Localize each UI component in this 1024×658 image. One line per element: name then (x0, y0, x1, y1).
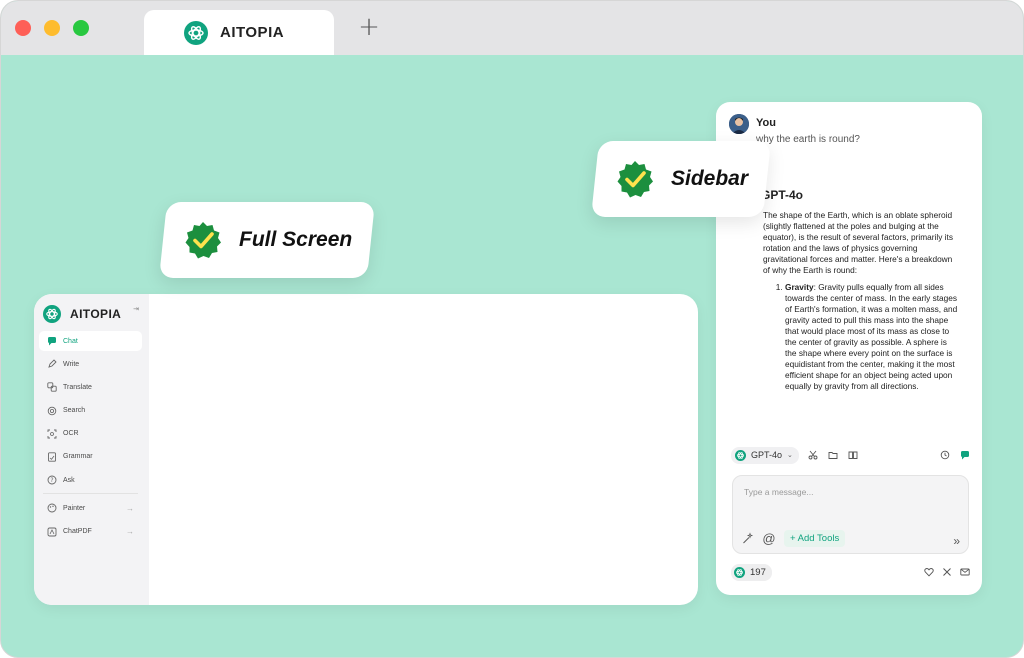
fs-nav-item-ask[interactable]: ? Ask (39, 470, 142, 490)
fs-nav-item-search[interactable]: Search (39, 401, 142, 421)
answer-point-title: Gravity (785, 282, 814, 292)
gpt-logo-icon (735, 449, 746, 461)
sidebar-label: Sidebar (671, 167, 749, 190)
write-icon (48, 359, 57, 368)
user-message: why the earth is round? (756, 134, 860, 145)
aitopia-logo-icon (43, 305, 61, 323)
fs-nav: Chat Write Translate Search OCR Grammar … (39, 331, 142, 545)
grammar-icon (48, 452, 56, 462)
verified-check-icon (617, 161, 653, 198)
mail-icon[interactable] (959, 566, 971, 578)
maximize-window-button[interactable] (73, 20, 89, 36)
tab-title: AITOPIA (220, 24, 285, 41)
fs-nav-item-write[interactable]: Write (39, 354, 142, 374)
fs-nav-label: Translate (63, 383, 92, 391)
toolbar-right (931, 449, 971, 461)
chevron-right-icon: → (126, 527, 134, 536)
painter-icon (47, 503, 57, 513)
ask-icon: ? (47, 475, 57, 485)
mention-icon[interactable]: @ (762, 531, 776, 546)
answer-point-text: : Gravity pulls equally from all sides t… (785, 282, 958, 391)
fs-nav-item-ocr[interactable]: OCR (39, 424, 142, 444)
fs-nav-divider (43, 493, 138, 495)
minimize-window-button[interactable] (44, 20, 60, 36)
sidebar-badge: Sidebar (591, 141, 771, 217)
collapse-sidebar-icon[interactable]: ⇥ (131, 305, 141, 315)
input-tools: @ + Add Tools (742, 530, 846, 547)
svg-text:?: ? (50, 477, 53, 484)
fs-nav-item-painter[interactable]: Painter → (39, 498, 142, 518)
fs-brand-name: AITOPIA (70, 307, 122, 321)
credits-badge[interactable]: 197 (731, 563, 772, 581)
assistant-answer: The shape of the Earth, which is an obla… (763, 210, 958, 392)
chat-icon (48, 337, 56, 346)
send-icon[interactable]: » (953, 534, 960, 548)
pdf-icon (47, 527, 57, 536)
fs-nav-label: Ask (63, 476, 75, 484)
magic-wand-icon[interactable] (742, 532, 754, 545)
model-selector[interactable]: GPT-4o ⌄ (731, 446, 799, 464)
fs-nav-label: Write (63, 360, 80, 368)
sidebar-footer: 197 (731, 563, 971, 581)
aitopia-logo-icon (734, 566, 745, 578)
verified-check-icon (185, 222, 221, 259)
history-icon[interactable] (939, 449, 951, 461)
folder-icon[interactable] (827, 449, 839, 461)
full-screen-app-preview: AITOPIA ⇥ Chat Write Translate Search OC… (34, 294, 698, 605)
browser-window: AITOPIA + AITOPIA ⇥ Chat Write Translate… (0, 0, 1024, 658)
fs-nav-label: Painter (63, 504, 86, 512)
scissors-icon[interactable] (807, 449, 819, 461)
x-logo-icon[interactable] (941, 566, 953, 578)
full-screen-badge: Full Screen (159, 202, 375, 278)
new-tab-button[interactable]: + (357, 14, 381, 40)
fs-nav-label: Search (63, 407, 86, 415)
model-selector-label: GPT-4o (751, 450, 783, 460)
fs-nav-label: OCR (63, 430, 79, 438)
search-icon (47, 406, 57, 415)
answer-list: Gravity: Gravity pulls equally from all … (769, 282, 958, 392)
translate-icon (47, 382, 57, 393)
message-input-placeholder: Type a message... (744, 487, 814, 497)
ocr-icon (47, 429, 57, 439)
fs-sidebar: AITOPIA ⇥ Chat Write Translate Search OC… (34, 294, 149, 605)
assistant-model-name: GPT-4o (761, 188, 804, 202)
fs-nav-item-grammar[interactable]: Grammar (39, 447, 142, 467)
answer-intro: The shape of the Earth, which is an obla… (763, 210, 953, 275)
credits-count: 197 (750, 566, 766, 578)
chevron-down-icon: ⌄ (787, 452, 793, 459)
browser-tab[interactable]: AITOPIA (144, 10, 334, 55)
footer-icons (917, 566, 971, 578)
fs-nav-item-translate[interactable]: Translate (39, 377, 142, 397)
close-window-button[interactable] (15, 20, 31, 36)
fs-brand: AITOPIA (43, 305, 121, 323)
user-avatar (729, 114, 749, 134)
new-chat-icon[interactable] (959, 449, 971, 461)
chevron-right-icon: → (126, 503, 134, 513)
user-name: You (756, 117, 776, 129)
heart-icon[interactable] (923, 566, 935, 578)
fs-nav-label: Chat (63, 337, 78, 345)
aitopia-logo-icon (184, 21, 208, 45)
book-icon[interactable] (847, 449, 859, 461)
fs-nav-label: Grammar (63, 453, 93, 461)
add-tools-button[interactable]: + Add Tools (784, 530, 846, 547)
fs-nav-label: ChatPDF (63, 528, 92, 535)
fs-nav-item-chat[interactable]: Chat (39, 331, 142, 351)
full-screen-label: Full Screen (239, 228, 353, 251)
fs-nav-item-chatpdf[interactable]: ChatPDF → (39, 522, 142, 542)
title-bar: AITOPIA + (1, 1, 1023, 55)
answer-list-item: Gravity: Gravity pulls equally from all … (785, 282, 958, 392)
message-input-box[interactable]: Type a message... @ + Add Tools » (732, 475, 969, 554)
chat-toolbar: GPT-4o ⌄ (731, 446, 971, 464)
